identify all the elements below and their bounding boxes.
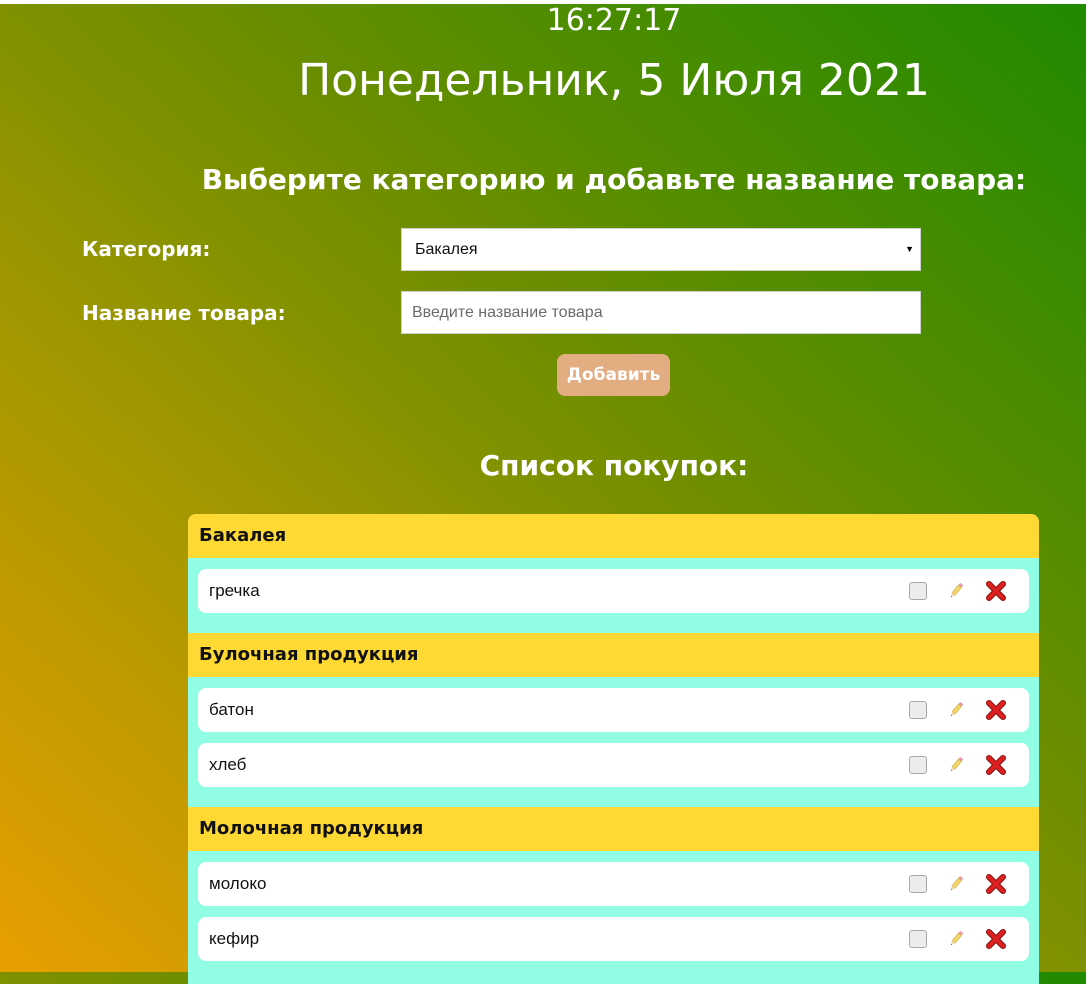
list-item: молоко [198, 862, 1029, 906]
form-heading: Выберите категорию и добавьте название т… [201, 163, 1027, 196]
close-icon[interactable] [985, 754, 1007, 776]
list-item: гречка [198, 569, 1029, 613]
category-header: Молочная продукция [188, 807, 1039, 851]
category-items: батон хлеб [188, 677, 1039, 807]
category-items: гречка [188, 558, 1039, 633]
checkbox-icon[interactable] [909, 930, 927, 948]
pencil-icon[interactable] [947, 874, 965, 894]
item-label: кефир [209, 929, 260, 948]
item-label: батон [209, 700, 254, 719]
list-item: кефир [198, 917, 1029, 961]
pencil-icon[interactable] [947, 700, 965, 720]
clock: 16:27:17 [546, 3, 682, 38]
category-select-value: Бакалея [415, 241, 478, 258]
product-name-input[interactable] [401, 291, 921, 334]
shopping-list: Бакалея гречка Булочная продукция батон … [188, 514, 1039, 984]
checkbox-icon[interactable] [909, 756, 927, 774]
dropdown-arrow-icon: ▼ [905, 244, 914, 254]
close-icon[interactable] [985, 580, 1007, 602]
pencil-icon[interactable] [947, 929, 965, 949]
pencil-icon[interactable] [947, 581, 965, 601]
category-group: Булочная продукция батон хлеб [188, 633, 1039, 807]
category-items: молоко кефир [188, 851, 1039, 981]
category-label: Категория: [82, 237, 211, 261]
item-label: гречка [209, 581, 260, 600]
checkbox-icon[interactable] [909, 701, 927, 719]
category-header: Бакалея [188, 514, 1039, 558]
category-group: Молочная продукция молоко кефир [188, 807, 1039, 981]
list-title: Список покупок: [479, 449, 749, 482]
category-select[interactable]: Бакалея ▼ [401, 228, 921, 271]
item-label: хлеб [209, 755, 247, 774]
checkbox-icon[interactable] [909, 875, 927, 893]
close-icon[interactable] [985, 699, 1007, 721]
category-group: Бакалея гречка [188, 514, 1039, 633]
category-header: Булочная продукция [188, 633, 1039, 677]
page-date: Понедельник, 5 Июля 2021 [298, 55, 930, 106]
close-icon[interactable] [985, 928, 1007, 950]
item-label: молоко [209, 874, 267, 893]
checkbox-icon[interactable] [909, 582, 927, 600]
list-item: батон [198, 688, 1029, 732]
name-label: Название товара: [82, 301, 286, 325]
pencil-icon[interactable] [947, 755, 965, 775]
list-item: хлеб [198, 743, 1029, 787]
add-button[interactable]: Добавить [557, 354, 670, 396]
close-icon[interactable] [985, 873, 1007, 895]
